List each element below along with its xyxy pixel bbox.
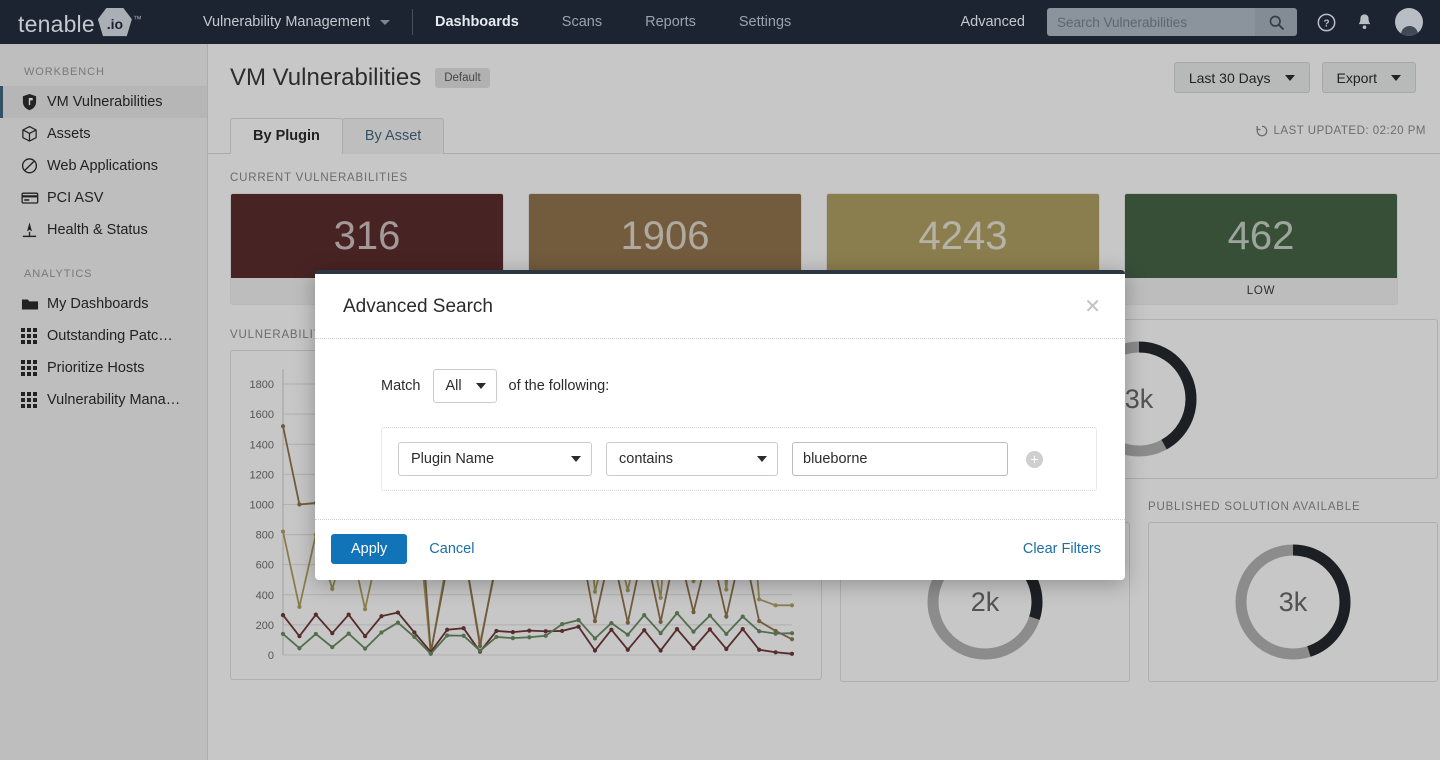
match-suffix-label: of the following:	[508, 378, 610, 394]
clear-filters-button[interactable]: Clear Filters	[1023, 541, 1101, 557]
advanced-search-modal: Advanced Search ✕ Match All of the follo…	[315, 270, 1125, 580]
modal-title: Advanced Search	[343, 296, 493, 317]
filter-field-value: Plugin Name	[411, 451, 495, 467]
apply-button[interactable]: Apply	[331, 534, 408, 564]
close-icon[interactable]: ✕	[1084, 297, 1101, 317]
match-label: Match	[381, 378, 421, 394]
chevron-down-icon	[475, 383, 486, 389]
app-root: tenable .io ™ Vulnerability Management D…	[0, 0, 1440, 760]
filter-field-select[interactable]: Plugin Name	[398, 442, 592, 476]
modal-body: Match All of the following: Plugin Name …	[315, 339, 1125, 519]
match-row: Match All of the following:	[343, 369, 1097, 403]
filter-operator-value: contains	[619, 451, 674, 467]
modal-header: Advanced Search ✕	[315, 274, 1125, 339]
modal-footer: Apply Cancel Clear Filters	[315, 519, 1125, 580]
filter-value-input[interactable]	[792, 442, 1008, 476]
plus-circle-icon[interactable]: +	[1026, 450, 1043, 468]
match-type-value: All	[445, 378, 462, 394]
cancel-button[interactable]: Cancel	[429, 541, 474, 557]
filter-row-container: Plugin Name contains +	[381, 427, 1097, 491]
chevron-down-icon	[757, 456, 767, 462]
chevron-down-icon	[571, 456, 581, 462]
filter-operator-select[interactable]: contains	[606, 442, 778, 476]
match-type-select[interactable]: All	[432, 369, 497, 403]
